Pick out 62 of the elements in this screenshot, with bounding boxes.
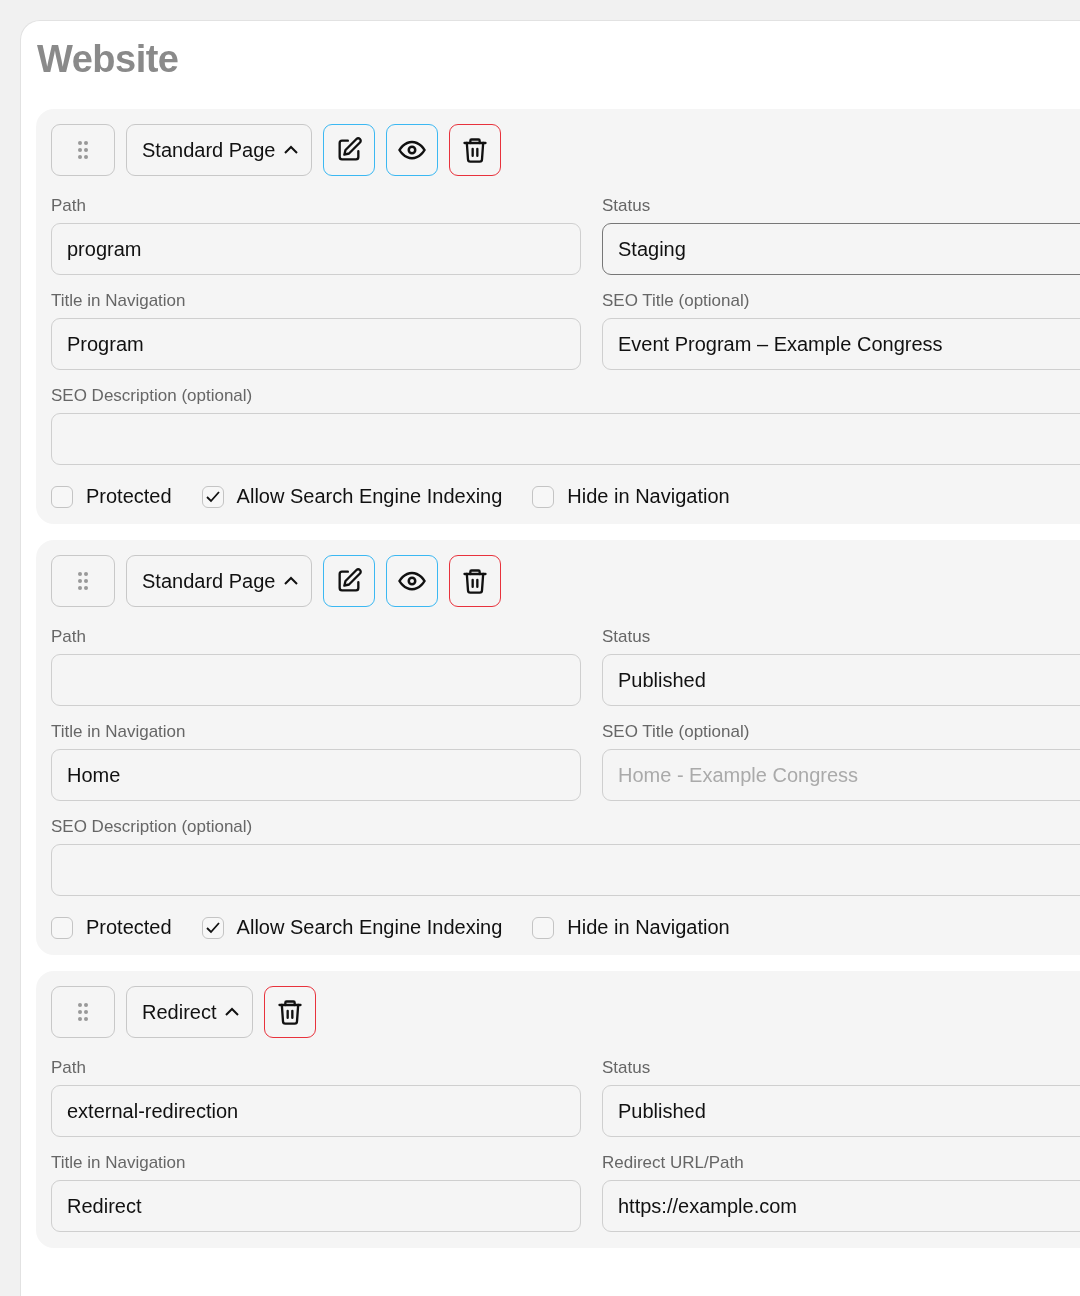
caret-icon [224,1007,241,1017]
checkbox[interactable] [532,485,555,508]
checkmark-icon [204,489,221,504]
text-field[interactable] [51,413,1080,465]
preview-button[interactable] [386,124,439,176]
text-field[interactable] [51,654,581,706]
field-label: SEO Title (optional) [602,291,751,311]
section-title: Website [37,37,180,81]
field-label: SEO Description (optional) [51,817,254,837]
checkbox-label[interactable]: Allow Search Engine Indexing [236,916,503,939]
field-label: Path [51,196,87,216]
text-field[interactable]: Published [602,1085,1080,1137]
checkbox[interactable] [201,916,224,939]
checkbox-label[interactable]: Hide in Navigation [567,916,730,939]
page-type-dropdown[interactable]: Redirect [126,986,254,1038]
checkbox[interactable] [51,485,73,508]
field-label: Path [51,627,87,647]
drag-handle-icon [77,140,89,160]
delete-button[interactable] [264,986,317,1038]
text-field[interactable]: program [51,223,581,275]
field-label: Redirect URL/Path [602,1153,745,1173]
field-label: Status [602,1058,652,1078]
drag-handle[interactable] [51,124,115,176]
field-label: Path [51,1058,87,1078]
text-field[interactable]: Program [51,318,581,370]
edit-button[interactable] [323,555,376,607]
field-label: Title in Navigation [51,291,187,311]
text-field[interactable]: external-redirection [51,1085,581,1137]
drag-handle-icon [77,1002,89,1022]
delete-button[interactable] [449,124,502,176]
text-field[interactable]: Published [602,654,1080,706]
page-type-dropdown[interactable]: Standard Page [126,124,313,176]
field-label: Title in Navigation [51,1153,187,1173]
caret-icon [283,576,300,586]
text-field[interactable]: https://example.com [602,1180,1080,1232]
page-type-dropdown[interactable]: Standard Page [126,555,313,607]
edit-button[interactable] [323,124,376,176]
drag-handle[interactable] [51,555,115,607]
text-field[interactable]: Staging [602,223,1080,275]
checkbox-label[interactable]: Hide in Navigation [567,485,730,508]
drag-handle-icon [77,571,89,591]
delete-button[interactable] [449,555,502,607]
checkbox[interactable] [532,916,555,939]
text-field[interactable]: Home - Example Congress [602,749,1080,801]
checkbox[interactable] [51,916,73,939]
checkbox-label[interactable]: Protected [86,485,172,508]
field-label: Status [602,627,652,647]
checkbox-label[interactable]: Allow Search Engine Indexing [236,485,503,508]
preview-button[interactable] [386,555,439,607]
field-label: Title in Navigation [51,722,187,742]
caret-icon [283,145,300,155]
field-label: SEO Description (optional) [51,386,254,406]
field-label: Status [602,196,652,216]
text-field[interactable]: Event Program – Example Congress [602,318,1080,370]
text-field[interactable] [51,844,1080,896]
text-field[interactable]: Home [51,749,581,801]
drag-handle[interactable] [51,986,115,1038]
checkbox[interactable] [201,485,224,508]
field-label: SEO Title (optional) [602,722,751,742]
checkmark-icon [204,920,221,935]
checkbox-label[interactable]: Protected [86,916,172,939]
text-field[interactable]: Redirect [51,1180,581,1232]
